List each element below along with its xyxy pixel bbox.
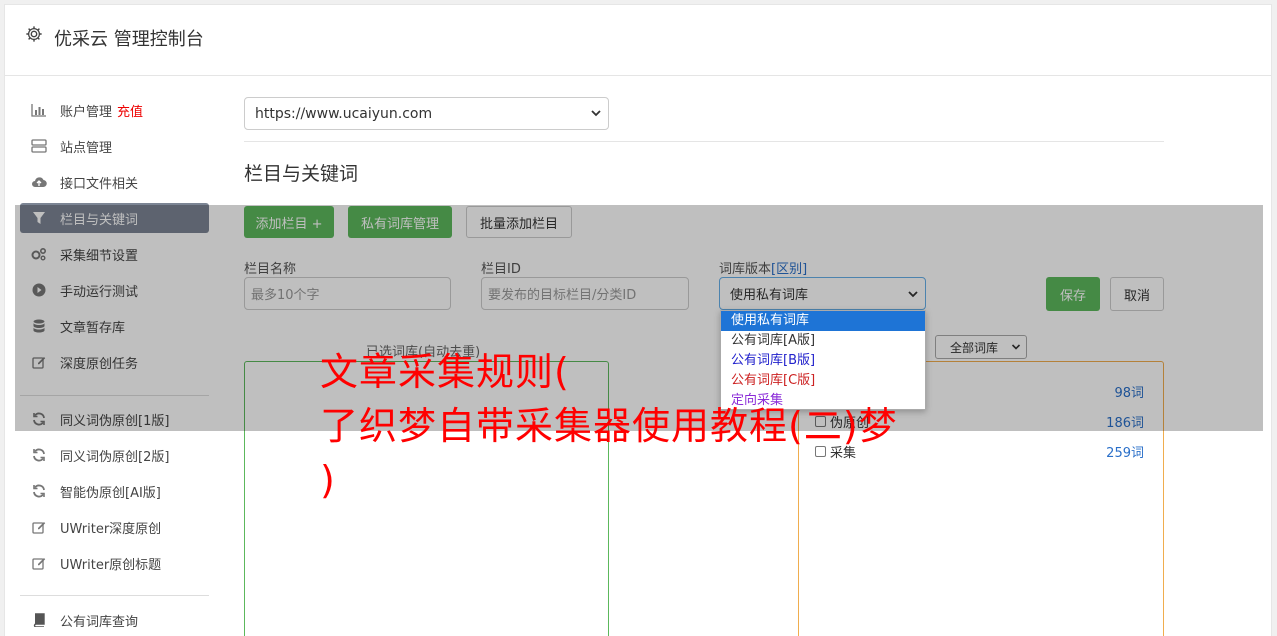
recharge-link[interactable]: 充值	[117, 101, 143, 120]
bar-chart-icon	[31, 102, 47, 118]
sidebar-item-label: 同义词伪原创[2版]	[60, 449, 170, 465]
lexicon-count: 259词	[1106, 446, 1144, 461]
sidebar-item-label: 公有词库查询	[60, 614, 139, 630]
sidebar-item-label: UWriter深度原创	[60, 521, 162, 537]
app-title: 优采云 管理控制台	[54, 29, 204, 50]
sidebar-item-interface[interactable]: 接口文件相关	[20, 167, 209, 197]
sidebar-item-label: 智能伪原创[AI版]	[60, 485, 161, 501]
watermark-line: )	[320, 458, 336, 502]
watermark-line: 文章采集规则(	[320, 350, 570, 394]
sidebar-item-uwriter-deep[interactable]: UWriter深度原创	[20, 512, 209, 542]
site-select-value: https://www.ucaiyun.com	[255, 105, 433, 122]
sidebar-item-account[interactable]: 账户管理 充值	[20, 95, 209, 125]
sidebar-item-label: 站点管理	[60, 140, 113, 156]
refresh-icon	[31, 483, 47, 499]
edit-icon	[31, 555, 47, 571]
sidebar-item-ai-rewrite[interactable]: 智能伪原创[AI版]	[20, 476, 209, 506]
sidebar-item-label: UWriter原创标题	[60, 557, 162, 573]
gear-icon	[26, 26, 42, 42]
sidebar-divider	[20, 595, 209, 596]
chevron-down-icon	[591, 110, 601, 117]
book-icon	[31, 612, 47, 628]
sidebar-item-sites[interactable]: 站点管理	[20, 131, 209, 161]
sidebar-item-uwriter-title[interactable]: UWriter原创标题	[20, 548, 209, 578]
site-select[interactable]: https://www.ucaiyun.com	[244, 97, 609, 130]
dropdown-option[interactable]: 使用私有词库	[721, 311, 925, 331]
sidebar-item-label: 接口文件相关	[60, 176, 139, 192]
header: 优采云 管理控制台	[5, 5, 1271, 76]
sidebar-item-public-lexicon[interactable]: 公有词库查询	[20, 605, 209, 635]
divider	[244, 141, 1164, 142]
refresh-icon	[31, 447, 47, 463]
server-icon	[31, 138, 47, 154]
sidebar-item-label: 账户管理	[60, 104, 113, 120]
watermark-line: 了织梦自带采集器使用教程(二)梦	[320, 404, 898, 448]
sidebar-item-synonym-v2[interactable]: 同义词伪原创[2版]	[20, 440, 209, 470]
cloud-upload-icon	[31, 174, 47, 190]
watermark-text: 文章采集规则( 了织梦自带采集器使用教程(二)梦 )	[320, 345, 980, 507]
edit-icon	[31, 519, 47, 535]
page-title: 栏目与关键词	[244, 163, 359, 185]
